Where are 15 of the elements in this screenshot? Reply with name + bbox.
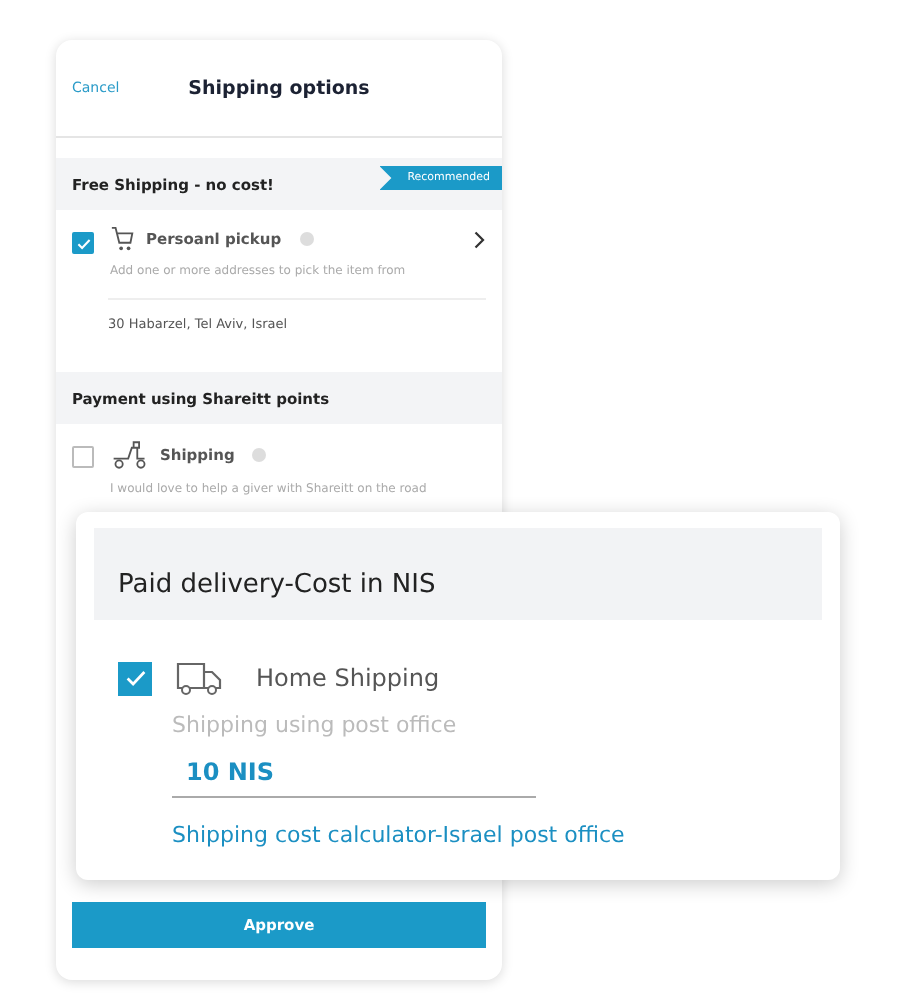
checkbox[interactable] bbox=[72, 232, 94, 254]
option-name: Home Shipping bbox=[256, 664, 440, 692]
truck-icon bbox=[176, 660, 224, 696]
checkbox[interactable] bbox=[72, 446, 94, 468]
screen-title: Shipping options bbox=[188, 77, 370, 99]
cart-icon bbox=[110, 226, 136, 252]
check-icon bbox=[123, 666, 147, 690]
calculator-link[interactable]: Shipping cost calculator-Israel post office bbox=[172, 822, 840, 848]
cost-field[interactable]: 10 NIS bbox=[172, 738, 536, 798]
section-title: Paid delivery-Cost in NIS bbox=[118, 570, 436, 600]
check-icon bbox=[75, 235, 91, 251]
option-description: Shipping using post office bbox=[172, 712, 459, 738]
scooter-icon bbox=[110, 440, 150, 470]
chevron-right-icon[interactable] bbox=[474, 229, 486, 249]
checkbox[interactable] bbox=[118, 661, 152, 695]
